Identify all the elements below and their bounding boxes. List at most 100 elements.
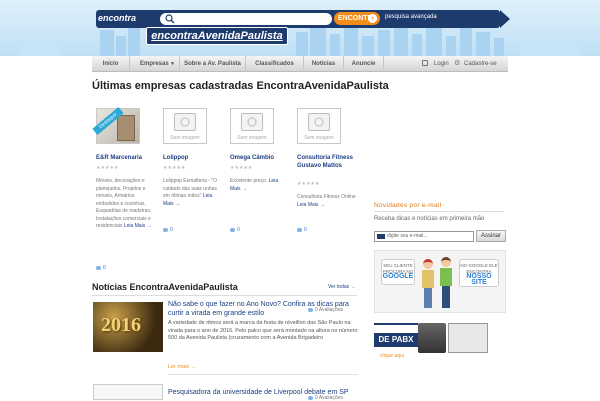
ratings-count-text: 0 Avaliações <box>315 395 343 401</box>
company-thumbnail[interactable]: Sem imagem <box>230 108 274 144</box>
divider <box>92 295 357 296</box>
news-image-text: 2016 <box>101 314 141 336</box>
ratings-count: 0 Avaliações <box>308 307 343 313</box>
search-icon <box>165 14 175 24</box>
pabx-ad-line2: DE PABX <box>374 333 418 347</box>
rating-stars: ★★★★★ <box>163 165 186 171</box>
signup-link[interactable]: Cadastre-se <box>464 56 497 72</box>
company-description-text: Móveis, decorações e planejados, Projeto… <box>96 178 152 229</box>
company-name[interactable]: E&R Marcenaria <box>96 154 152 162</box>
rating-stars: ★★★★★ <box>96 165 119 171</box>
keyboard-image <box>448 323 488 353</box>
comment-count: 0 <box>230 227 240 233</box>
site-header: encontra ENCONTRA › pesquisa avançada enc… <box>0 0 600 56</box>
girl-figure <box>421 259 435 309</box>
comment-count: 0 <box>163 227 173 233</box>
company-thumbnail[interactable]: Destaque <box>92 107 140 144</box>
small-logo[interactable]: encontra <box>98 13 136 23</box>
news-thumbnail[interactable] <box>93 384 163 400</box>
girl-legs <box>424 288 432 308</box>
right-bubble-text: NO GOOGLE ELE ENCONTRA <box>460 263 498 274</box>
company-name[interactable]: Consultoria Fitness Gustavo Mattos <box>297 154 357 170</box>
search-button[interactable]: ENCONTRA › <box>334 12 380 25</box>
comment-count: 0 <box>96 265 106 271</box>
rating-stars: ★★★★★ <box>230 165 253 171</box>
news-excerpt: A variedade de ritmos será a marca da fe… <box>168 320 358 341</box>
see-all-news-link[interactable]: Ver todas → <box>328 284 356 290</box>
no-image-icon <box>308 113 330 131</box>
subscribe-button[interactable]: Assinar <box>476 230 506 242</box>
nav-home[interactable]: Início <box>92 56 130 72</box>
no-image-icon <box>241 113 263 131</box>
boy-figure <box>439 257 453 309</box>
nav-news[interactable]: Notícias <box>304 56 344 72</box>
email-input[interactable]: digite seu e-mail... <box>374 231 474 242</box>
comment-icon <box>297 227 302 232</box>
comment-count: 0 <box>297 227 307 233</box>
right-speech-bubble: NO GOOGLE ELE ENCONTRA NOSSO SITE <box>459 259 499 287</box>
no-image-icon <box>174 113 196 131</box>
comment-count-value: 0 <box>170 227 173 233</box>
newsletter-text: Receba dicas e notícias em primeira mão <box>374 216 485 222</box>
comment-icon <box>308 395 313 400</box>
company-name[interactable]: Lolippop <box>163 154 221 162</box>
camera-icon <box>314 117 324 127</box>
main-nav: Início Empresas ▼ Sobre a Av. Paulista Cl… <box>92 56 508 72</box>
read-more-link[interactable]: Leia Mais → <box>124 223 152 229</box>
no-image-label: Sem imagem <box>170 135 200 141</box>
newsletter-heading: Novidades por e-mail <box>374 202 442 209</box>
nav-about[interactable]: Sobre a Av. Paulista <box>180 56 246 72</box>
divider <box>168 374 358 375</box>
login-link[interactable]: Login <box>434 56 449 72</box>
nav-classifieds[interactable]: Classificados <box>246 56 304 72</box>
comment-icon <box>96 265 101 270</box>
skyline-background <box>20 22 580 56</box>
comment-count-value: 0 <box>304 227 307 233</box>
rating-stars: ★★★★★ <box>297 181 320 187</box>
pabx-ad-line1 <box>374 323 418 325</box>
camera-icon <box>180 117 190 127</box>
news-thumbnail[interactable]: 2016 <box>93 302 163 352</box>
company-thumbnail[interactable]: Sem imagem <box>297 108 341 144</box>
no-image-label: Sem imagem <box>304 135 334 141</box>
read-more-link[interactable]: Ler mais → <box>168 364 196 370</box>
no-image-label: Sem imagem <box>237 135 267 141</box>
news-heading: Notícias EncontraAvenidaPaulista <box>92 282 238 292</box>
ratings-count-text: 0 Avaliações <box>315 307 343 313</box>
comment-icon <box>308 307 313 312</box>
nav-companies-label: Empresas <box>140 61 169 67</box>
nav-advertise[interactable]: Anuncie <box>344 56 384 72</box>
site-logo[interactable]: encontraAvenidaPaulista <box>146 27 288 45</box>
google-ad-banner[interactable]: SEU CLIENTE PROCURA NO GOOGLE NO GOOGLE E… <box>374 250 506 313</box>
company-description: Lolippop Esmalteria - "O cuidado das sua… <box>163 178 221 208</box>
comment-count-value: 0 <box>237 227 240 233</box>
advanced-search-link[interactable]: pesquisa avançada <box>385 14 437 20</box>
camera-icon <box>247 117 257 127</box>
ratings-count: 0 Avaliações <box>308 395 343 401</box>
girl-head <box>423 259 433 269</box>
boy-body <box>440 268 452 286</box>
read-more-link[interactable]: Leia Mais → <box>297 202 325 208</box>
company-description: Móveis, decorações e planejados, Projeto… <box>96 178 154 231</box>
companies-heading: Últimas empresas cadastradas EncontraAve… <box>92 80 389 92</box>
company-description: Excelente preço. Leia Mais → <box>230 178 288 193</box>
search-input[interactable] <box>160 13 332 25</box>
wardrobe-image <box>117 115 135 141</box>
left-bubble-text: SEU CLIENTE PROCURA NO <box>382 263 414 274</box>
left-speech-bubble: SEU CLIENTE PROCURA NO GOOGLE <box>381 259 415 285</box>
left-bubble-keyword: GOOGLE <box>382 273 414 280</box>
company-name[interactable]: Omega Câmbio <box>230 154 288 162</box>
company-description-text: Excelente preço. <box>230 178 268 184</box>
company-description: Consultoria Fitness Online Leia Mais → <box>297 194 357 209</box>
nav-companies[interactable]: Empresas ▼ <box>130 56 180 72</box>
phone-image <box>418 323 446 353</box>
boy-legs <box>442 286 450 308</box>
arrow-right-icon: › <box>368 14 377 23</box>
caret-down-icon: ▼ <box>170 61 175 67</box>
pabx-ad-banner[interactable]: DE PABX clique aqui <box>374 321 506 373</box>
boy-head <box>441 257 451 267</box>
lock-icon <box>422 60 428 66</box>
company-thumbnail[interactable]: Sem imagem <box>163 108 207 144</box>
comment-count-value: 0 <box>103 265 106 271</box>
pabx-ad-cta: clique aqui <box>380 353 404 359</box>
